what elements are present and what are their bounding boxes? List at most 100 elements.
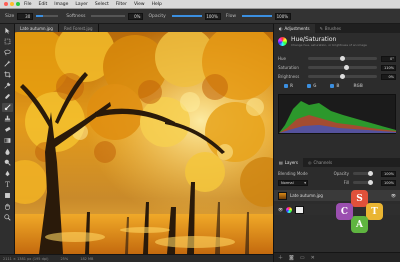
tab-adjustments[interactable]: ◐ Adjustments [274, 24, 315, 33]
tab-brushes-label: Brushes [324, 26, 342, 31]
chevron-down-icon: ▾ [304, 180, 306, 185]
hue-value-field[interactable]: 0° [381, 55, 396, 62]
dodge-icon[interactable] [2, 158, 13, 167]
new-layer-icon[interactable]: ＋ [278, 254, 283, 261]
hue-row: Hue 0° [274, 54, 400, 63]
menu-layer[interactable]: Layer [75, 2, 88, 7]
gradient-icon[interactable] [2, 136, 13, 145]
flow-label: Flow [225, 13, 237, 19]
fill-field[interactable]: 100% [381, 179, 396, 186]
blending-label: Blending Mode [278, 171, 308, 176]
blend-mode-row: Normal ▾ Fill 100% [274, 178, 400, 187]
blur-icon[interactable] [2, 147, 13, 156]
menu-file[interactable]: File [24, 2, 32, 7]
zoom-readout[interactable]: 25% [60, 257, 68, 261]
saturation-slider[interactable] [308, 65, 377, 70]
channel-g[interactable]: G [307, 83, 316, 88]
softness-field[interactable]: 0% [128, 12, 144, 20]
layer-thumbnail [278, 191, 287, 200]
options-bar: Size 30 Softness 0% Opacity 100% Flow 10… [0, 9, 400, 24]
channel-b-label: B [336, 83, 340, 88]
saturation-row: Saturation 110% [274, 63, 400, 72]
lasso-icon[interactable] [2, 48, 13, 57]
site-logo-watermark: S T A C [336, 190, 384, 234]
layers-icon: ▤ [279, 160, 283, 165]
text-icon[interactable]: T [2, 180, 13, 189]
hue-saturation-layer-icon [286, 206, 293, 213]
autumn-tree-photo [15, 32, 273, 254]
mask-thumbnail [295, 205, 305, 214]
menu-view[interactable]: View [134, 2, 145, 7]
opacity-label: Opacity [148, 13, 166, 19]
brush-icon[interactable] [2, 103, 13, 112]
stamp-icon[interactable] [2, 114, 13, 123]
trash-icon[interactable]: ✕ [311, 255, 315, 261]
pen-icon[interactable] [2, 169, 13, 178]
visibility-eye-icon[interactable]: 👁 [278, 207, 283, 212]
layers-tabs: ▤ Layers ◎ Channels [274, 158, 400, 167]
saturation-label: Saturation [278, 65, 299, 70]
move-icon[interactable] [2, 26, 13, 35]
softness-slider[interactable] [91, 15, 126, 17]
heal-icon[interactable] [2, 92, 13, 101]
brightness-row: Brightness 0% [274, 72, 400, 81]
hand-icon[interactable] [2, 202, 13, 211]
opacity-slider[interactable] [171, 15, 202, 17]
status-bar: 2111 × 1381 px (195 dpi) 25% 182 MB [0, 254, 273, 262]
eraser-icon[interactable] [2, 125, 13, 134]
layer-opacity-field[interactable]: 100% [381, 170, 396, 177]
blending-row: Blending Mode Opacity 100% [274, 169, 400, 178]
brightness-value-field[interactable]: 0% [381, 73, 396, 80]
menu-select[interactable]: Select [95, 2, 109, 7]
memory-readout: 182 MB [80, 256, 94, 261]
tab-channels[interactable]: ◎ Channels [303, 158, 337, 167]
brushes-icon: ✎ [319, 26, 323, 31]
tab-channels-label: Channels [313, 160, 333, 165]
zoom-icon[interactable] [2, 213, 13, 222]
adjustments-tabs: ◐ Adjustments ✎ Brushes [274, 24, 400, 33]
blend-mode-dropdown[interactable]: Normal ▾ [278, 179, 308, 186]
brightness-slider[interactable] [308, 74, 377, 79]
mask-icon[interactable]: ◙ [289, 255, 294, 261]
size-slider[interactable] [36, 15, 59, 17]
opacity-field[interactable]: 100% [204, 12, 221, 20]
crop-icon[interactable] [2, 70, 13, 79]
tab-document-1[interactable]: Late autumn.jpg [15, 24, 59, 32]
image-canvas[interactable] [15, 32, 273, 254]
close-window-button[interactable] [4, 2, 8, 6]
channel-r[interactable]: R [284, 83, 293, 88]
folder-icon[interactable]: ▭ [300, 255, 305, 261]
channels-icon: ◎ [308, 160, 312, 165]
flow-slider[interactable] [242, 15, 273, 17]
layer-name: Late autumn.jpg [290, 193, 323, 198]
visibility-eye-icon[interactable]: 👁 [391, 193, 396, 198]
window-controls [0, 2, 20, 6]
hue-slider[interactable] [308, 56, 377, 61]
menu-image[interactable]: Image [54, 2, 68, 7]
marquee-icon[interactable] [2, 37, 13, 46]
eyedropper-icon[interactable] [2, 81, 13, 90]
adjustment-header: Hue/Saturation Change hue, saturation, o… [274, 33, 400, 50]
tab-brushes[interactable]: ✎ Brushes [315, 24, 346, 33]
histogram-graph [279, 101, 396, 133]
layer-opacity-slider[interactable] [353, 171, 373, 176]
size-field[interactable]: 30 [17, 12, 34, 20]
fill-slider[interactable] [353, 180, 373, 185]
zoom-window-button[interactable] [16, 2, 20, 6]
menu-edit[interactable]: Edit [39, 2, 48, 7]
tab-document-2[interactable]: Red Forest.jpg [58, 24, 99, 32]
wand-icon[interactable] [2, 59, 13, 68]
image-size-readout: 2111 × 1381 px (195 dpi) [3, 256, 49, 261]
minimize-window-button[interactable] [10, 2, 14, 6]
histogram [278, 94, 396, 134]
menu-filter[interactable]: Filter [116, 2, 127, 7]
channel-rgb[interactable]: RGB [353, 83, 362, 88]
channel-b[interactable]: B [330, 83, 339, 88]
flow-field[interactable]: 100% [275, 12, 292, 20]
saturation-value-field[interactable]: 110% [381, 64, 396, 71]
channel-g-label: G [313, 83, 317, 88]
menu-help[interactable]: Help [152, 2, 162, 7]
tab-layers[interactable]: ▤ Layers [274, 158, 304, 167]
brightness-label: Brightness [278, 74, 300, 79]
shape-icon[interactable] [2, 191, 13, 200]
